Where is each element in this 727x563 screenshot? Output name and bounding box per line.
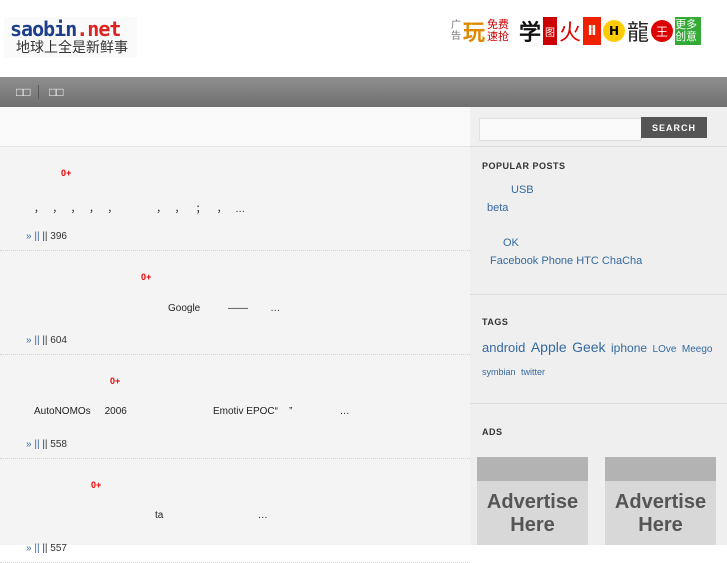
post-meta: » || || 558 — [26, 439, 67, 450]
popular-post-link[interactable]: Facebook Phone HTC ChaCha — [490, 255, 642, 267]
ad-label: 广告 — [451, 20, 461, 42]
read-more-link[interactable]: » || — [26, 335, 40, 346]
search-input[interactable] — [479, 118, 642, 141]
comment-count[interactable]: 0+ — [110, 376, 120, 386]
tag-link[interactable]: android — [482, 340, 525, 355]
post-item: 0+ AutoNOMOs 2006 Emotiv EPOC“ ” … » || … — [0, 355, 470, 459]
logo-wordmark: saobin.net — [10, 17, 121, 41]
ad-box-band — [605, 457, 716, 481]
nav-item-second[interactable]: □□ — [49, 77, 64, 107]
logo-tagline: 地球上全是新鲜事 — [16, 40, 128, 56]
ad-banner-strip[interactable]: 广告 玩 免费速抢 学 图 火 Ⅱ H 龍 王 更多创意 — [451, 16, 727, 46]
content-header-strip — [0, 107, 470, 147]
post-excerpt: ， ， ， ， ， ， ， ； ， … — [34, 204, 246, 215]
post-item: 0+ Google —— … » || || 604 — [0, 251, 470, 355]
tag-link[interactable]: Apple — [531, 339, 567, 355]
ad-free-grab-link[interactable]: 免费速抢 — [487, 17, 517, 45]
post-item: 0+ ， ， ， ， ， ， ， ； ， … » || || 396 — [0, 147, 470, 251]
nav-item-home[interactable]: □□ — [16, 77, 31, 107]
tag-link[interactable]: LOve — [653, 344, 677, 355]
comment-count[interactable]: 0+ — [91, 480, 101, 490]
tag-link[interactable]: Meego — [682, 344, 713, 355]
ad-box-band — [477, 457, 588, 481]
ad-king-icon[interactable]: 王 — [651, 20, 674, 42]
tag-link[interactable]: Geek — [572, 339, 605, 355]
tag-cloud: android Apple Geek iphone LOve Meego sym… — [482, 337, 714, 383]
view-count: || 604 — [42, 335, 67, 346]
ad-image-icon[interactable]: 图 — [543, 17, 558, 45]
search-button[interactable]: SEARCH — [641, 117, 707, 138]
view-count: || 558 — [42, 439, 67, 450]
tags-title: TAGS — [482, 317, 509, 327]
comment-count[interactable]: 0+ — [141, 272, 151, 282]
ads-title: ADS — [482, 427, 503, 437]
ad-play-icon[interactable]: 玩 — [463, 17, 485, 46]
popular-posts-title: POPULAR POSTS — [482, 161, 566, 171]
advertise-here-box[interactable]: Advertise Here — [605, 457, 716, 545]
tag-link[interactable]: twitter — [521, 367, 545, 377]
post-excerpt: Google —— … — [168, 303, 281, 314]
post-excerpt: ta … — [155, 510, 268, 521]
post-meta: » || || 396 — [26, 231, 67, 242]
comment-count[interactable]: 0+ — [61, 168, 71, 178]
sidebar: SEARCH POPULAR POSTS USB beta OK Faceboo… — [470, 107, 727, 545]
sidebar-divider — [470, 294, 727, 295]
view-count: || 396 — [42, 231, 67, 242]
popular-post-link[interactable]: beta — [487, 202, 508, 214]
sidebar-divider — [470, 146, 727, 147]
post-item: 0+ ta … » || || 557 — [0, 459, 470, 563]
read-more-link[interactable]: » || — [26, 231, 40, 242]
main-nav: □□ □□ — [0, 77, 727, 107]
popular-post-link[interactable]: USB — [511, 184, 534, 196]
advertise-here-label: Advertise Here — [614, 491, 707, 536]
ad-h-icon[interactable]: H — [603, 20, 626, 42]
advertise-here-box[interactable]: Advertise Here — [477, 457, 588, 545]
tag-link[interactable]: iphone — [611, 341, 647, 355]
ad-dragon-icon[interactable]: 龍 — [627, 17, 649, 46]
popular-post-link[interactable]: OK — [503, 237, 519, 249]
read-more-link[interactable]: » || — [26, 439, 40, 450]
ad-more-ideas-link[interactable]: 更多创意 — [675, 17, 702, 45]
ad-pause-icon[interactable]: Ⅱ — [583, 17, 602, 45]
tag-link[interactable]: symbian — [482, 367, 516, 377]
ad-fire-icon[interactable]: 火 — [559, 17, 581, 46]
nav-divider — [38, 85, 39, 99]
site-logo[interactable]: saobin.net 地球上全是新鲜事 — [4, 17, 137, 58]
post-meta: » || || 604 — [26, 335, 67, 346]
ad-study-icon[interactable]: 学 — [519, 17, 541, 46]
post-list: 0+ ， ， ， ， ， ， ， ； ， … » || || 396 0+ Go… — [0, 107, 470, 563]
post-excerpt: AutoNOMOs 2006 Emotiv EPOC“ ” … — [34, 406, 350, 417]
advertise-here-label: Advertise Here — [486, 491, 579, 536]
sidebar-divider — [470, 403, 727, 404]
